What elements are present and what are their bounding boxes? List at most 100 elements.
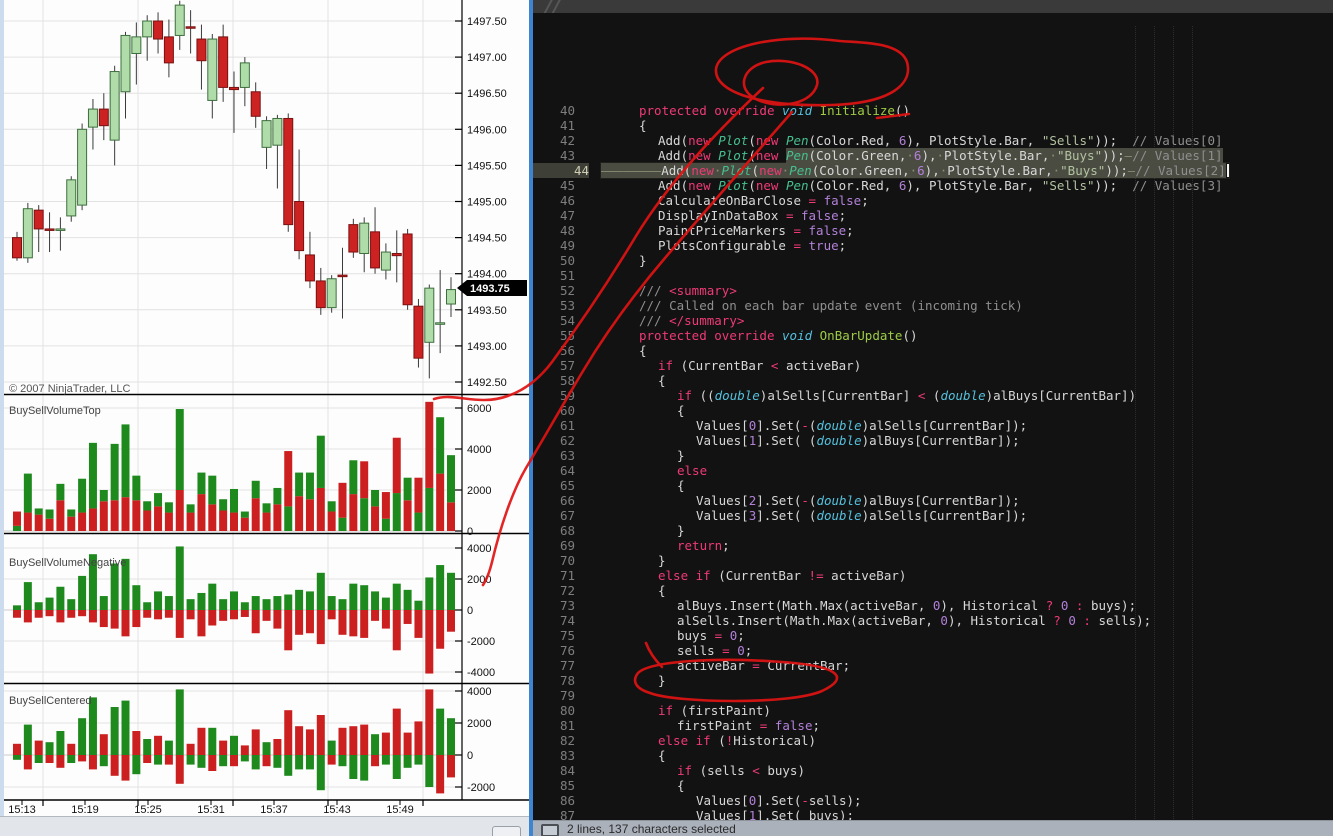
code-line-54[interactable]: 54 /// </summary> [533, 313, 1333, 328]
code-line-44[interactable]: 44 ————————Add(new·Plot(new·Pen(Color.Gre… [533, 163, 1333, 178]
code-line-82[interactable]: 82 else if (!Historical) [533, 733, 1333, 748]
code-line-52[interactable]: 52 /// <summary> [533, 283, 1333, 298]
code-editor-window[interactable]: 40 protected override void Initialize() 41… [533, 0, 1333, 836]
line-number[interactable]: 42 [533, 133, 575, 148]
line-number[interactable]: 70 [533, 553, 575, 568]
code-line-51[interactable]: 51 [533, 268, 1333, 283]
code-line-87[interactable]: 87 Values[1].Set( buys); [533, 808, 1333, 820]
line-number[interactable]: 77 [533, 658, 575, 673]
code-line-86[interactable]: 86 Values[0].Set(-sells); [533, 793, 1333, 808]
line-number[interactable]: 57 [533, 358, 575, 373]
line-number[interactable]: 80 [533, 703, 575, 718]
code-line-46[interactable]: 46 CalculateOnBarClose = false; [533, 193, 1333, 208]
code-line-71[interactable]: 71 else if (CurrentBar != activeBar) [533, 568, 1333, 583]
line-number[interactable]: 72 [533, 583, 575, 598]
code-line-41[interactable]: 41 { [533, 118, 1333, 133]
code-line-62[interactable]: 62 Values[1].Set( (double)alBuys[CurrentB… [533, 433, 1333, 448]
code-line-67[interactable]: 67 Values[3].Set( (double)alSells[Current… [533, 508, 1333, 523]
line-number[interactable]: 81 [533, 718, 575, 733]
code-line-40[interactable]: 40 protected override void Initialize() [533, 103, 1333, 118]
line-number[interactable]: 76 [533, 643, 575, 658]
code-line-45[interactable]: 45 Add(new Plot(new Pen(Color.Red, 6), Pl… [533, 178, 1333, 193]
line-number[interactable]: 47 [533, 208, 575, 223]
line-number[interactable]: 51 [533, 268, 575, 283]
line-number[interactable]: 43 [533, 148, 575, 163]
code-line-73[interactable]: 73 alBuys.Insert(Math.Max(activeBar, 0), … [533, 598, 1333, 613]
code-line-81[interactable]: 81 firstPaint = false; [533, 718, 1333, 733]
code-line-59[interactable]: 59 if ((double)alSells[CurrentBar] < (dou… [533, 388, 1333, 403]
line-number[interactable]: 74 [533, 613, 575, 628]
chart-window[interactable]: 1497.50 1497.00 1496.50 1496.00 1495.50 1495.… [0, 0, 529, 836]
code-line-69[interactable]: 69 return; [533, 538, 1333, 553]
line-number[interactable]: 75 [533, 628, 575, 643]
code-line-70[interactable]: 70} [533, 553, 1333, 568]
line-number[interactable]: 66 [533, 493, 575, 508]
line-number[interactable]: 67 [533, 508, 575, 523]
price-volume-chart[interactable]: 1497.50 1497.00 1496.50 1496.00 1495.50 1495.… [0, 0, 529, 816]
line-number[interactable]: 86 [533, 793, 575, 808]
code-line-63[interactable]: 63} [533, 448, 1333, 463]
code-line-72[interactable]: 72 { [533, 583, 1333, 598]
code-editor[interactable]: 40 protected override void Initialize() 41… [533, 13, 1333, 820]
code-line-85[interactable]: 85 { [533, 778, 1333, 793]
code-line-50[interactable]: 50} [533, 253, 1333, 268]
line-number[interactable]: 44 [533, 163, 589, 178]
line-number[interactable]: 41 [533, 118, 575, 133]
code-line-53[interactable]: 53 /// Called on each bar update event (i… [533, 298, 1333, 313]
line-number[interactable]: 45 [533, 178, 575, 193]
line-number[interactable]: 63 [533, 448, 575, 463]
code-line-60[interactable]: 60 { [533, 403, 1333, 418]
code-line-74[interactable]: 74 alSells.Insert(Math.Max(activeBar, 0),… [533, 613, 1333, 628]
line-number[interactable]: 48 [533, 223, 575, 238]
line-number[interactable]: 87 [533, 808, 575, 820]
line-number[interactable]: 52 [533, 283, 575, 298]
code-line-43[interactable]: 43 Add(new Plot(new Pen(Color.Green,·6),·… [533, 148, 1333, 163]
code-line-55[interactable]: 55 protected override void OnBarUpdate() [533, 328, 1333, 343]
code-line-58[interactable]: 58 { [533, 373, 1333, 388]
code-line-42[interactable]: 42 Add(new Plot(new Pen(Color.Red, 6), Pl… [533, 133, 1333, 148]
line-number[interactable]: 61 [533, 418, 575, 433]
line-number[interactable]: 85 [533, 778, 575, 793]
code-line-65[interactable]: 65 { [533, 478, 1333, 493]
line-number[interactable]: 84 [533, 763, 575, 778]
line-number[interactable]: 64 [533, 463, 575, 478]
code-line-66[interactable]: 66 Values[2].Set(-(double)alBuys[CurrentB… [533, 493, 1333, 508]
code-lines[interactable]: 40 protected override void Initialize() 41… [533, 103, 1333, 820]
line-number[interactable]: 79 [533, 688, 575, 703]
line-number[interactable]: 68 [533, 523, 575, 538]
line-number[interactable]: 50 [533, 253, 575, 268]
code-line-64[interactable]: 64 else [533, 463, 1333, 478]
line-number[interactable]: 53 [533, 298, 575, 313]
code-line-78[interactable]: 78} [533, 673, 1333, 688]
code-line-48[interactable]: 48 PaintPriceMarkers = false; [533, 223, 1333, 238]
code-line-47[interactable]: 47 DisplayInDataBox = false; [533, 208, 1333, 223]
line-number[interactable]: 65 [533, 478, 575, 493]
code-line-84[interactable]: 84 if (sells < buys) [533, 763, 1333, 778]
line-number[interactable]: 78 [533, 673, 575, 688]
line-number[interactable]: 54 [533, 313, 575, 328]
line-number[interactable]: 69 [533, 538, 575, 553]
line-number[interactable]: 56 [533, 343, 575, 358]
code-line-80[interactable]: 80 if (firstPaint) [533, 703, 1333, 718]
line-number[interactable]: 62 [533, 433, 575, 448]
code-line-56[interactable]: 56 { [533, 343, 1333, 358]
partial-button[interactable] [492, 826, 521, 836]
line-number[interactable]: 82 [533, 733, 575, 748]
line-number[interactable]: 83 [533, 748, 575, 763]
code-line-61[interactable]: 61 Values[0].Set(-(double)alSells[Current… [533, 418, 1333, 433]
line-number[interactable]: 71 [533, 568, 575, 583]
code-line-76[interactable]: 76 sells = 0; [533, 643, 1333, 658]
line-number[interactable]: 59 [533, 388, 575, 403]
line-number[interactable]: 60 [533, 403, 575, 418]
line-number[interactable]: 58 [533, 373, 575, 388]
code-line-75[interactable]: 75 buys = 0; [533, 628, 1333, 643]
line-number[interactable]: 40 [533, 103, 575, 118]
line-number[interactable]: 46 [533, 193, 575, 208]
line-number[interactable]: 55 [533, 328, 575, 343]
code-line-79[interactable]: 79 [533, 688, 1333, 703]
code-line-49[interactable]: 49 PlotsConfigurable = true; [533, 238, 1333, 253]
line-number[interactable]: 73 [533, 598, 575, 613]
code-line-57[interactable]: 57 if (CurrentBar < activeBar) [533, 358, 1333, 373]
line-number[interactable]: 49 [533, 238, 575, 253]
code-line-83[interactable]: 83 { [533, 748, 1333, 763]
